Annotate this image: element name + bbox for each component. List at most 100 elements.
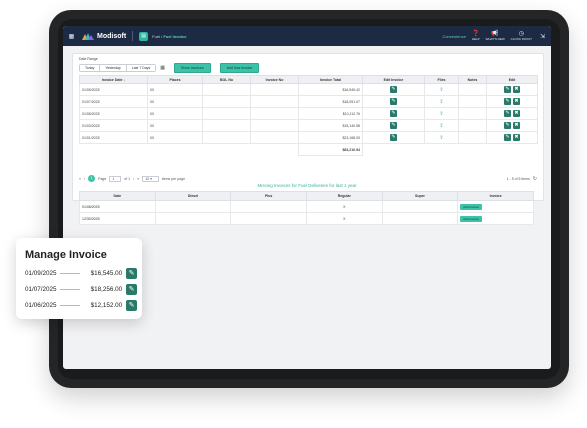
notes-cell[interactable] — [458, 119, 487, 132]
list-item: 01/06/2025 $12,152.00 ✎ — [25, 299, 137, 311]
delete-icon[interactable]: ✖ — [513, 86, 520, 93]
next-page-icon[interactable]: › — [133, 177, 134, 181]
upload-icon[interactable]: ⇪ — [439, 99, 443, 105]
invoice-total: $15,140.58 — [298, 119, 363, 132]
help-label: HELP — [471, 37, 480, 41]
invoice-no — [250, 131, 299, 144]
missing-date: 01/08/2025 — [79, 200, 156, 213]
diesel-cell — [154, 200, 232, 213]
calendar-icon[interactable]: ▦ — [160, 65, 165, 71]
edit-icon[interactable]: ✎ — [504, 134, 511, 141]
store-icon[interactable]: ▤ — [139, 31, 149, 41]
super-cell — [381, 212, 459, 225]
clock-in-out-button[interactable]: ◷ CLOCK IN/OUT — [511, 31, 532, 41]
edit-icon[interactable]: ✎ — [390, 134, 397, 141]
edit-icon[interactable]: ✎ — [126, 267, 137, 279]
column-header[interactable]: Invoice No — [250, 75, 299, 84]
edit-icon[interactable]: ✎ — [504, 122, 511, 129]
list-item: 01/07/2025 $18,256.00 ✎ — [25, 283, 137, 295]
first-page-icon[interactable]: « — [79, 177, 81, 181]
edit-icon[interactable]: ✎ — [126, 299, 137, 311]
edit-invoice-cell: ✎ — [362, 131, 425, 144]
row-actions: ✎ ✖ — [486, 119, 538, 132]
column-header[interactable]: Files — [424, 75, 459, 84]
row-actions: ✎ ✖ — [486, 131, 538, 144]
date-range-segment: Today Yesterday Last 7 Days — [79, 64, 157, 72]
breadcrumb-current: Fuel Invoice — [163, 33, 187, 39]
refresh-icon[interactable]: ↻ — [533, 176, 537, 182]
column-header[interactable]: Invoice Date ↓ — [79, 75, 148, 84]
notes-cell[interactable] — [458, 83, 487, 96]
range-today[interactable]: Today — [80, 65, 101, 71]
per-page-select[interactable]: 10 ▾ — [142, 175, 159, 182]
divider-line — [59, 272, 81, 274]
edit-icon[interactable]: ✎ — [390, 86, 397, 93]
table-row: 01/08/2025 X Add Invoice — [79, 200, 534, 213]
edit-icon[interactable]: ✎ — [126, 283, 137, 295]
edit-icon[interactable]: ✎ — [390, 122, 397, 129]
items-summary: 1 - 5 of 5 items — [506, 176, 530, 181]
edit-icon[interactable]: ✎ — [504, 110, 511, 117]
column-header: Super — [381, 191, 459, 201]
invoice-no — [250, 119, 299, 132]
page-input[interactable]: 1 — [109, 175, 122, 182]
invoice-total: $10,112.76 — [298, 107, 363, 120]
breadcrumb-parent[interactable]: Fuel / — [152, 34, 162, 39]
plus-cell — [230, 200, 307, 213]
column-header[interactable]: Notes — [458, 75, 487, 84]
diesel-cell — [154, 212, 232, 225]
card-date: 01/07/2025 — [25, 285, 57, 293]
logout-icon[interactable]: ⇲ — [538, 32, 547, 41]
invoice-date: 01/05/2025 — [79, 107, 148, 120]
current-page[interactable]: 1 — [88, 175, 96, 182]
column-header[interactable]: Invoice Total — [298, 75, 363, 84]
column-header[interactable]: BOL No — [202, 75, 251, 84]
apps-grid-icon[interactable]: ▦ — [67, 32, 76, 41]
last-page-icon[interactable]: » — [137, 177, 139, 181]
invoice-place: 00 — [147, 131, 203, 144]
delete-icon[interactable]: ✖ — [513, 134, 520, 141]
invoice-no — [250, 83, 299, 96]
per-page-label: items per page — [161, 176, 186, 181]
edit-icon[interactable]: ✎ — [390, 110, 397, 117]
total-row: $83,210.94 — [80, 143, 538, 156]
notes-cell[interactable] — [458, 95, 487, 108]
upload-icon[interactable]: ⇪ — [439, 123, 443, 129]
edit-icon[interactable]: ✎ — [504, 98, 511, 105]
table-header-row: Invoice Date ↓ Places BOL No Invoice No … — [79, 75, 538, 84]
card-title: Manage Invoice — [25, 249, 107, 261]
edit-icon[interactable]: ✎ — [504, 86, 511, 93]
invoice-panel: Date Range Today Yesterday Last 7 Days ▦… — [72, 53, 544, 201]
column-header[interactable]: Edit — [486, 75, 538, 84]
add-invoice-button[interactable]: Add Invoice — [460, 215, 482, 222]
invoice-cell: Add Invoice — [457, 200, 534, 213]
range-last-7-days[interactable]: Last 7 Days — [126, 65, 156, 71]
brand-logo[interactable]: Modisoft — [82, 32, 127, 40]
edit-invoice-cell: ✎ — [362, 119, 425, 132]
top-actions: Convenience ❓ HELP 📢 WHAT'S NEW ◷ CLOCK … — [442, 31, 547, 41]
delete-icon[interactable]: ✖ — [513, 98, 520, 105]
add-invoice-button[interactable]: Add Invoice — [460, 203, 482, 210]
notes-cell[interactable] — [458, 107, 487, 120]
upload-icon[interactable]: ⇪ — [439, 111, 443, 117]
show-invoices-button[interactable]: Show Invoices — [174, 63, 211, 73]
delete-icon[interactable]: ✖ — [513, 110, 520, 117]
store-selector[interactable]: Convenience — [442, 34, 465, 39]
upload-icon[interactable]: ⇪ — [439, 135, 443, 141]
help-button[interactable]: ❓ HELP — [472, 31, 480, 41]
column-header[interactable]: Edit Invoice — [362, 75, 425, 84]
edit-icon[interactable]: ✎ — [390, 98, 397, 105]
files-cell: ⇪ — [424, 119, 459, 132]
add-gas-invoice-button[interactable]: Add Gas Invoice — [219, 63, 260, 73]
whats-new-button[interactable]: 📢 WHAT'S NEW — [486, 31, 505, 41]
notes-cell[interactable] — [458, 131, 487, 144]
regular-cell: X — [305, 200, 383, 213]
files-cell: ⇪ — [424, 131, 459, 144]
upload-icon[interactable]: ⇪ — [439, 87, 443, 93]
column-header[interactable]: Places — [147, 75, 203, 84]
delete-icon[interactable]: ✖ — [513, 122, 520, 129]
brand-name: Modisoft — [97, 32, 127, 40]
range-yesterday[interactable]: Yesterday — [100, 65, 127, 71]
table-row: 01/01/2025 00 $23,168.93 ✎ ⇪ ✎ ✖ — [79, 131, 538, 144]
prev-page-icon[interactable]: ‹ — [84, 177, 85, 181]
